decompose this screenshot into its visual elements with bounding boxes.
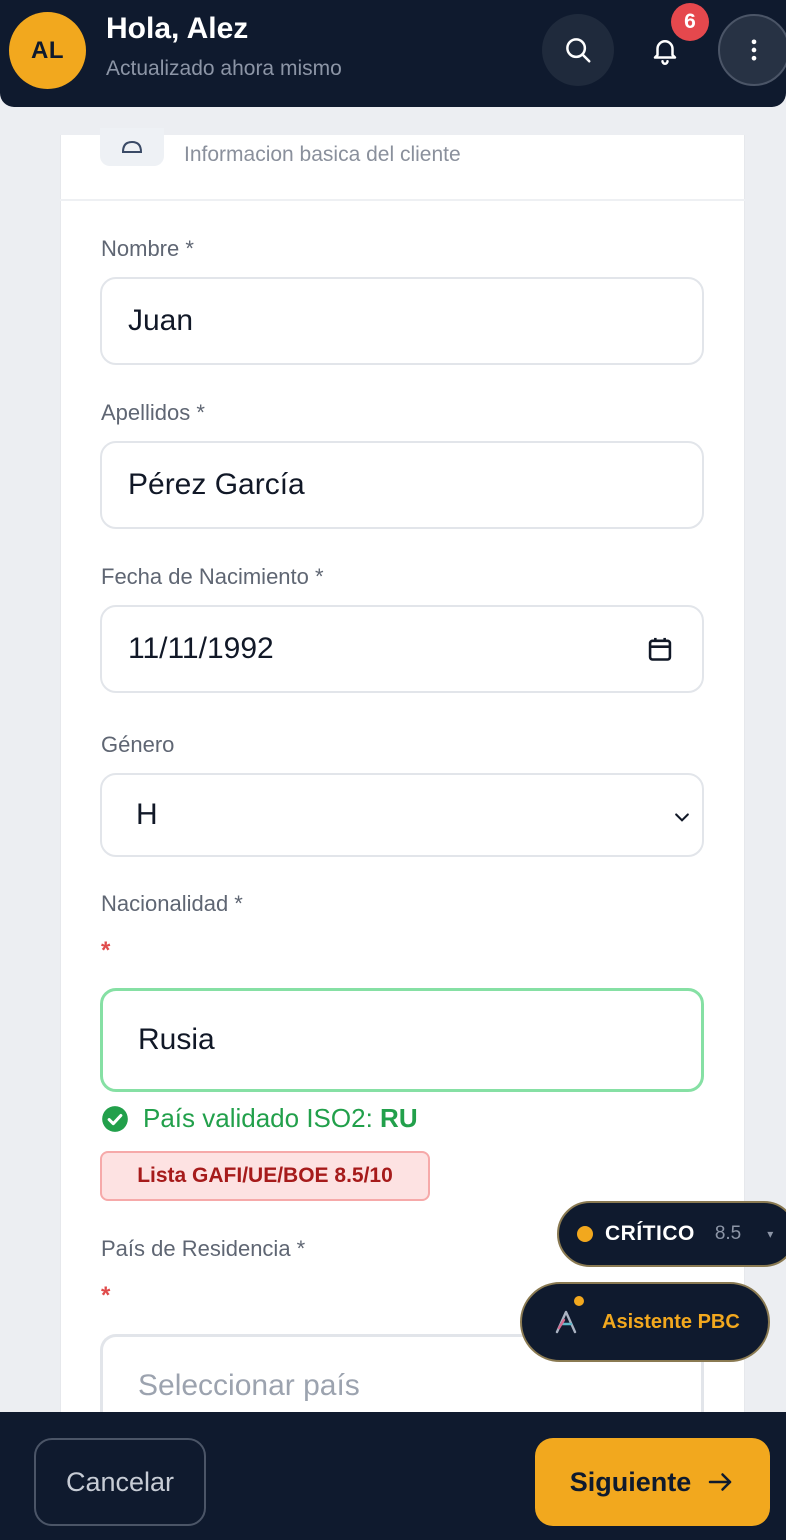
form-footer: Cancelar Siguiente: [0, 1412, 786, 1540]
fecha-nacimiento-value: 11/11/1992: [128, 632, 274, 665]
search-button[interactable]: [542, 14, 614, 86]
section-subtitle: Informacion basica del cliente: [184, 143, 461, 166]
iso-code: RU: [380, 1103, 418, 1133]
next-button-label: Siguiente: [569, 1466, 692, 1497]
section-icon-box: [100, 128, 164, 166]
check-circle-icon: [102, 1105, 128, 1132]
residencia-required-mark: *: [101, 1282, 111, 1309]
genero-label: Género: [101, 732, 175, 757]
notification-count-badge: 6: [671, 3, 709, 41]
risk-level-pill[interactable]: CRÍTICO 8.5 ▾: [557, 1201, 786, 1267]
nacionalidad-input[interactable]: Rusia: [100, 988, 704, 1092]
calendar-icon[interactable]: [646, 635, 674, 663]
greeting-title: Hola, Alez: [106, 12, 249, 45]
last-updated-text: Actualizado ahora mismo: [106, 57, 342, 80]
assistant-notification-dot: [574, 1296, 584, 1306]
avatar[interactable]: AL: [9, 12, 86, 89]
assistant-button[interactable]: Asistente PBC: [520, 1282, 770, 1362]
risk-score: 8.5: [714, 1223, 742, 1244]
chevron-down-icon: [675, 813, 689, 822]
risk-level-label: CRÍTICO: [605, 1222, 695, 1245]
nacionalidad-label: Nacionalidad *: [101, 891, 243, 916]
nombre-input[interactable]: Juan: [100, 277, 704, 365]
more-options-button[interactable]: [718, 14, 786, 86]
app-header: AL Hola, Alez Actualizado ahora mismo 6: [0, 0, 786, 107]
bell-icon: [653, 40, 677, 65]
nombre-label: Nombre *: [101, 236, 194, 261]
fecha-nacimiento-label: Fecha de Nacimiento *: [101, 564, 324, 589]
genero-select[interactable]: H: [100, 773, 704, 857]
validation-text: País validado ISO2:: [143, 1103, 373, 1133]
residencia-label: País de Residencia *: [101, 1236, 306, 1261]
fecha-nacimiento-input[interactable]: 11/11/1992: [100, 605, 704, 693]
assistant-logo-icon: [552, 1296, 584, 1336]
caret-down-icon: ▾: [767, 1227, 774, 1241]
nacionalidad-required-mark: *: [101, 937, 111, 964]
assistant-label: Asistente PBC: [602, 1310, 740, 1333]
genero-value: H: [136, 798, 158, 831]
arrow-right-icon: [709, 1473, 732, 1491]
risk-list-badge: Lista GAFI/UE/BOE 8.5/10: [100, 1151, 430, 1201]
search-icon: [566, 38, 591, 63]
user-icon: [121, 140, 143, 153]
nacionalidad-validation: País validado ISO2: RU: [101, 1103, 418, 1134]
apellidos-input[interactable]: Pérez García: [100, 441, 704, 529]
cancel-button[interactable]: Cancelar: [34, 1438, 206, 1526]
more-vertical-icon: [751, 39, 757, 61]
section-divider: [60, 199, 745, 201]
next-button[interactable]: Siguiente: [535, 1438, 770, 1526]
apellidos-label: Apellidos *: [101, 400, 205, 425]
risk-status-dot: [577, 1226, 593, 1242]
